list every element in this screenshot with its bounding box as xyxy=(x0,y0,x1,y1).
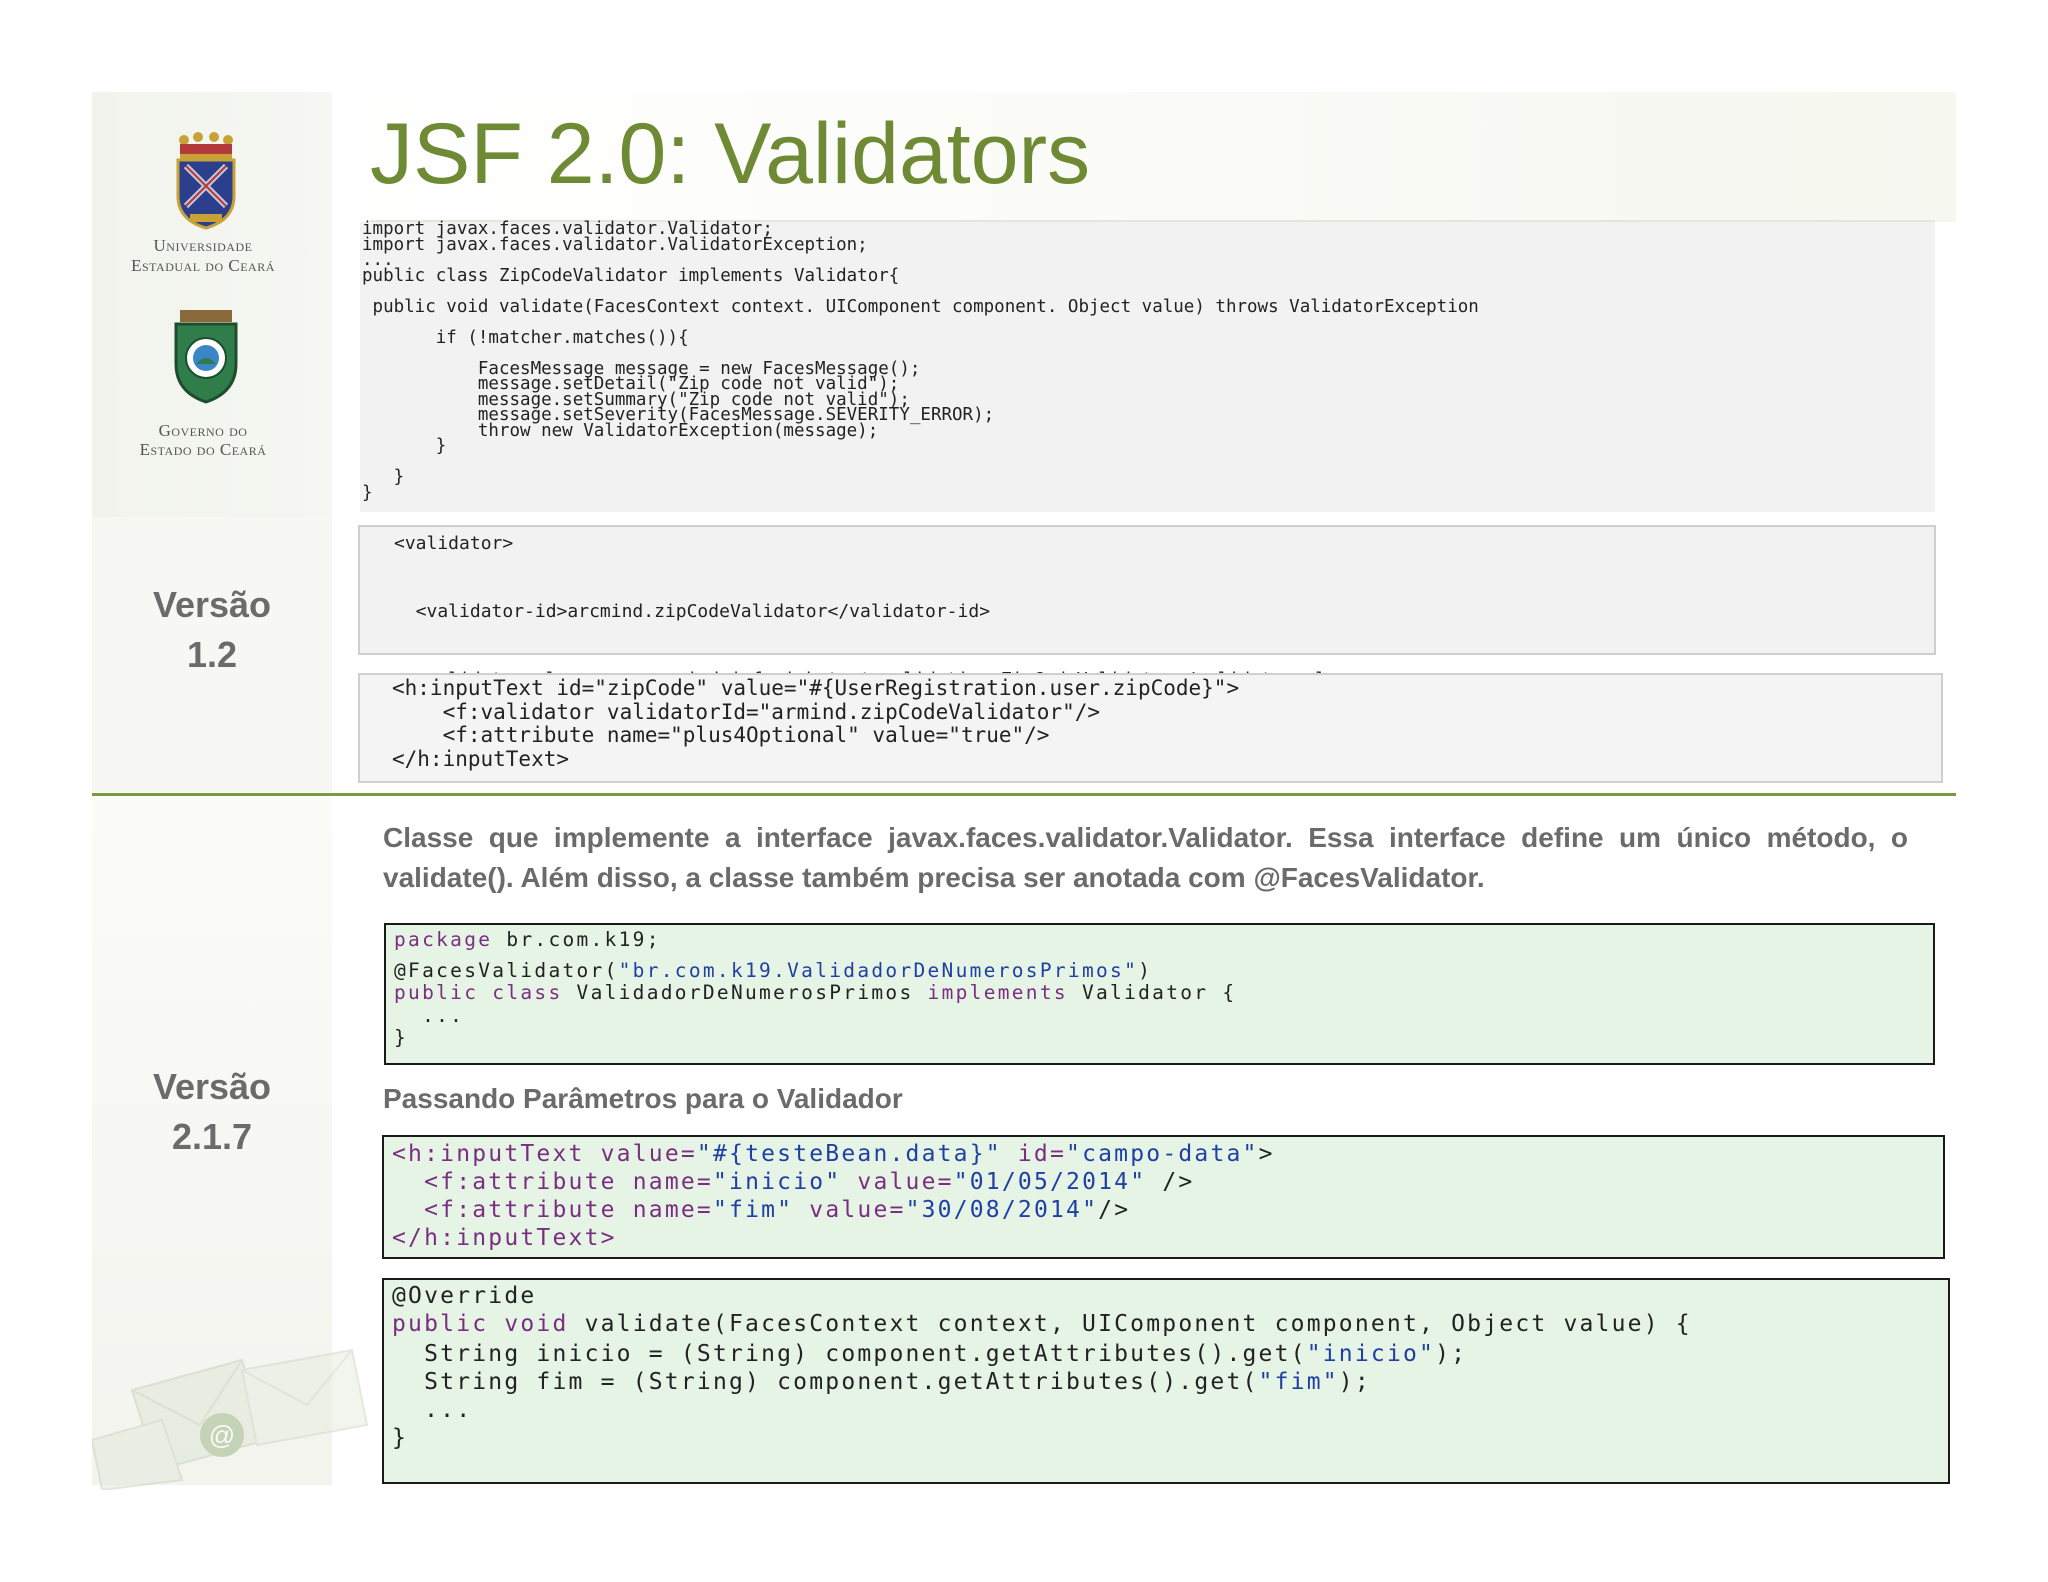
code-a-l5-brace: } xyxy=(394,1026,409,1049)
code-a-l3-class-name: ValidadorDeNumerosPrimos xyxy=(562,981,928,1004)
code-b-l2-end: /> xyxy=(1146,1169,1195,1195)
code-a-l3-implements: implements xyxy=(927,981,1068,1004)
version-217-label: Versão 2.1.7 xyxy=(92,1062,332,1162)
code-b-l3-end: /> xyxy=(1098,1197,1131,1223)
code-b-l1-value1: "#{testeBean.data}" xyxy=(696,1141,1002,1167)
faces-validator-annotation-code: package br.com.k19; @FacesValidator("br.… xyxy=(384,923,1935,1065)
code-a-l2-string: "br.com.k19.ValidadorDeNumerosPrimos" xyxy=(618,958,1139,982)
version-217-number: 2.1.7 xyxy=(171,1116,253,1157)
code-a-l2-annotation: @FacesValidator( xyxy=(394,958,619,982)
code-a-l4-ellipsis: ... xyxy=(394,1003,465,1027)
code-a-l3-keyword: public class xyxy=(394,981,563,1004)
svg-text:@: @ xyxy=(209,1420,235,1450)
code-b-l3-tag: <f:attribute xyxy=(392,1197,617,1223)
code-a-l1-rest: br.com.k19; xyxy=(492,928,661,951)
java-code-text: import javax.faces.validator.Validator; … xyxy=(362,219,1479,503)
code-c-l5-end: ); xyxy=(1338,1369,1371,1395)
code-c-l2-keyword: public void xyxy=(392,1311,569,1337)
decorative-envelopes-graphic: @ xyxy=(92,1348,369,1490)
university-crest-logo xyxy=(176,132,236,230)
code-b-l1-attr2: id= xyxy=(1001,1141,1067,1167)
code-c-l4-end: ); xyxy=(1435,1341,1468,1367)
government-name-line1: Governo do xyxy=(158,421,248,440)
code-c-l5-string: "fim" xyxy=(1258,1369,1339,1395)
code-c-l5-code: String fim = (String) component.getAttri… xyxy=(392,1369,1259,1395)
code-a-l2-end: ) xyxy=(1138,958,1153,982)
code-b-text: <h:inputText value="#{testeBean.data}" i… xyxy=(392,1140,1275,1252)
version-12-number: 1.2 xyxy=(186,634,238,675)
slide-title: JSF 2.0: Validators xyxy=(370,106,1091,202)
code-b-l2-attr2: value= xyxy=(841,1169,954,1195)
code-c-text: @Override public void validate(FacesCont… xyxy=(392,1282,1692,1452)
zipcode-validator-java-code: import javax.faces.validator.Validator; … xyxy=(360,219,1935,512)
code-b-l1-value2: "campo-data" xyxy=(1066,1141,1259,1167)
code-c-l2-signature: validate(FacesContext context, UICompone… xyxy=(568,1311,1692,1337)
code-a-text: package br.com.k19; @FacesValidator("br.… xyxy=(394,928,1237,1050)
validator-xml-config-box: <validator> <validator-id>arcmind.zipCod… xyxy=(358,525,1936,758)
code-b-l3-attr2: value= xyxy=(793,1197,906,1223)
parameters-subheading: Passando Parâmetros para o Validador xyxy=(383,1083,903,1114)
code-c-l6-ellipsis: ... xyxy=(392,1397,473,1423)
inputtext-attributes-code: <h:inputText value="#{testeBean.data}" i… xyxy=(382,1135,1945,1259)
code-b-l1-end: > xyxy=(1258,1141,1275,1167)
government-name-line2: Estado do Ceará xyxy=(139,440,267,459)
code-b-l3-value2: "30/08/2014" xyxy=(905,1197,1099,1223)
code-b-l3-value1: "fim" xyxy=(712,1197,794,1223)
code-b-l2-attr1: name= xyxy=(616,1169,713,1195)
version-12-label: Versão 1.2 xyxy=(92,580,332,680)
inputtext-example-text: <h:inputText id="zipCode" value="#{UserR… xyxy=(392,676,1240,771)
section-divider xyxy=(92,793,1956,796)
code-b-l2-value1: "inicio" xyxy=(712,1169,842,1195)
code-c-l7-brace: } xyxy=(392,1425,409,1451)
validate-method-code: @Override public void validate(FacesCont… xyxy=(382,1278,1950,1484)
validator-description: Classe que implemente a interface javax.… xyxy=(383,822,1908,893)
inputtext-validator-example-box: <h:inputText id="zipCode" value="#{UserR… xyxy=(358,673,1943,783)
code-b-l1-attr1: value= xyxy=(584,1141,697,1167)
code-c-l4-string: "inicio" xyxy=(1306,1341,1436,1367)
code-b-l2-tag: <f:attribute xyxy=(392,1169,617,1195)
version-12-word: Versão xyxy=(152,584,272,625)
version-217-word: Versão xyxy=(152,1066,272,1107)
crest-crown xyxy=(179,132,233,159)
code-c-override: @Override xyxy=(392,1283,537,1309)
government-shield-logo xyxy=(174,310,238,404)
code-b-l1-tag: <h:inputText xyxy=(392,1141,585,1167)
code-a-l1-keyword: package xyxy=(394,928,493,951)
university-name-line2: Estadual do Ceará xyxy=(131,256,275,275)
code-b-l3-attr1: name= xyxy=(616,1197,713,1223)
code-a-l3-end: Validator { xyxy=(1067,981,1237,1004)
code-b-l2-value2: "01/05/2014" xyxy=(953,1169,1147,1195)
university-name-line1: Universidade xyxy=(153,236,253,255)
code-c-l4-code: String inicio = (String) component.getAt… xyxy=(392,1341,1307,1367)
code-b-l4-tag: </h:inputText> xyxy=(392,1225,617,1251)
